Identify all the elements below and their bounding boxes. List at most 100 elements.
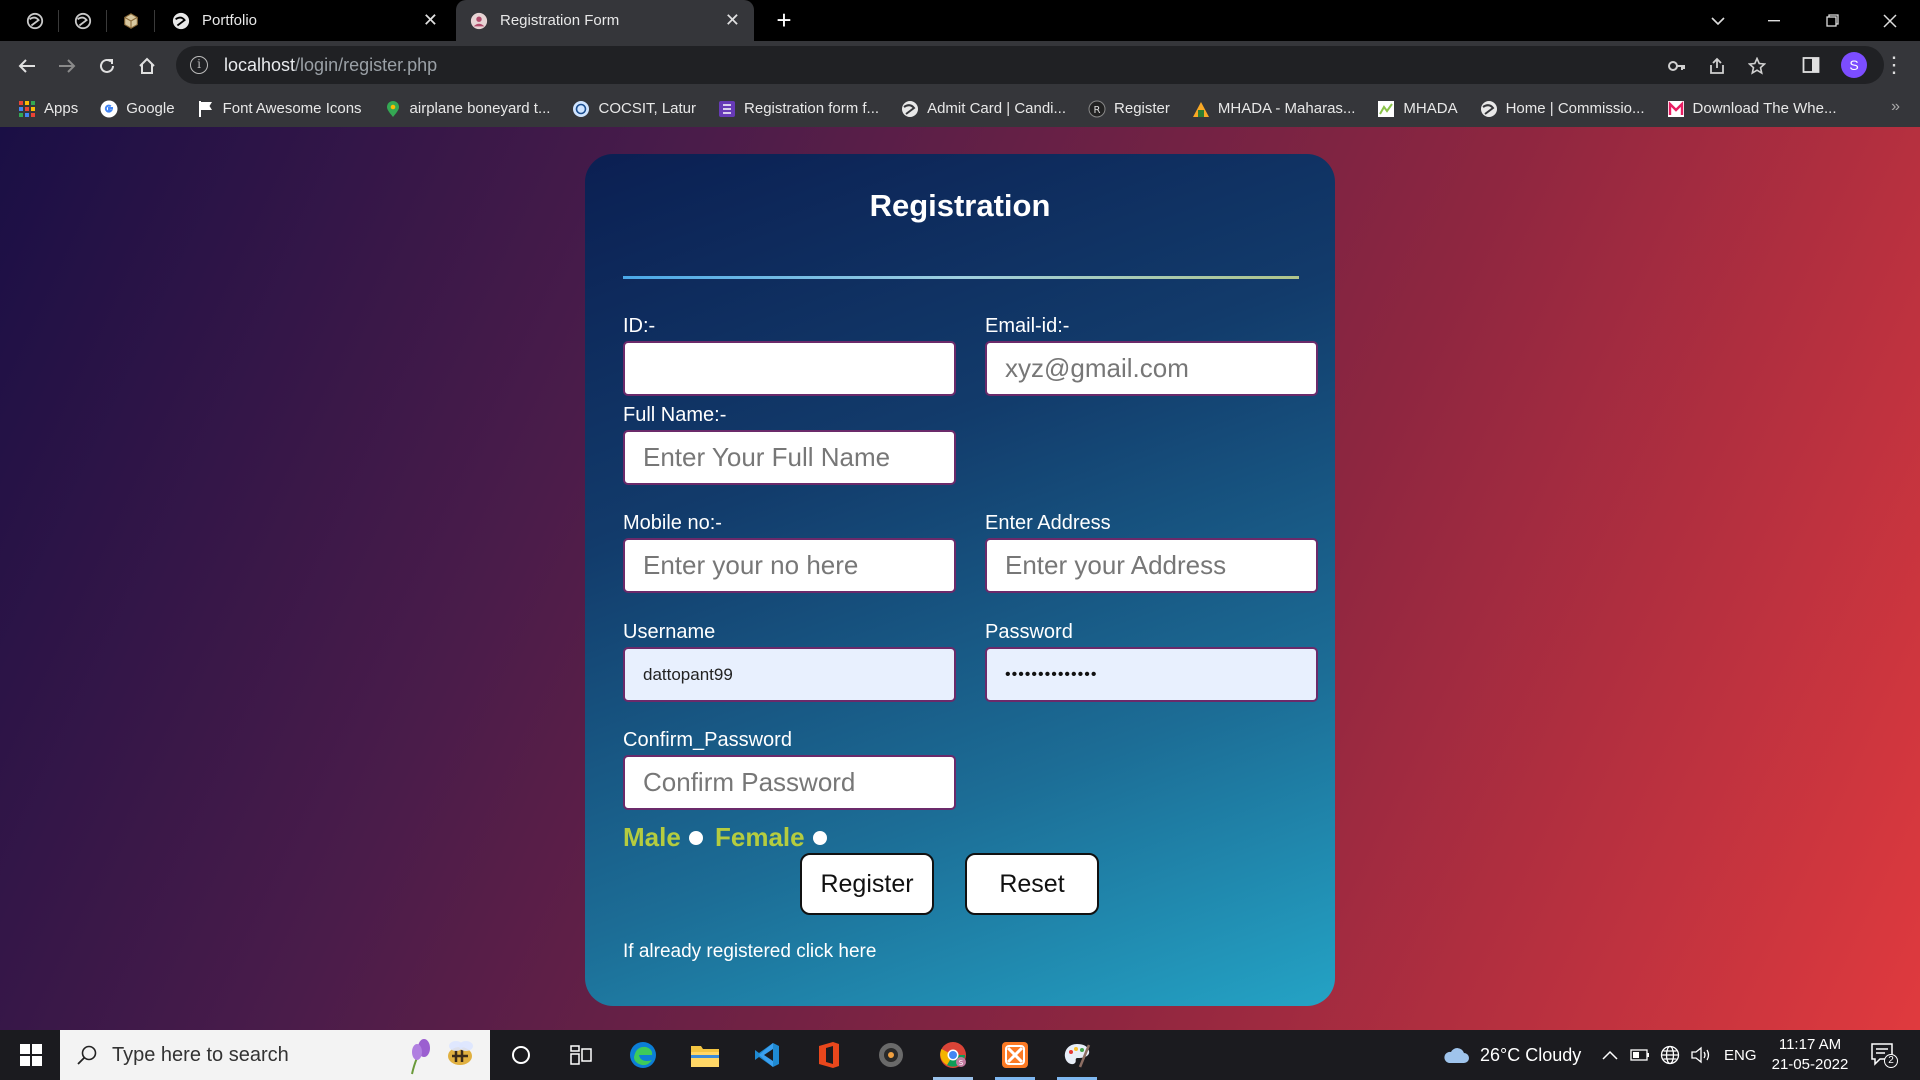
close-window-button[interactable] bbox=[1862, 0, 1918, 41]
search-highlight-flower-icon bbox=[411, 1039, 473, 1075]
folder-icon bbox=[691, 1046, 719, 1067]
bookmark-label: MHADA - Maharas... bbox=[1217, 100, 1356, 117]
home-button[interactable] bbox=[132, 51, 162, 81]
browser-toolbar: i localhost/login/register.php S ⋮ bbox=[0, 41, 1920, 90]
taskbar-xampp[interactable] bbox=[999, 1039, 1031, 1071]
pinned-tab-globe-2[interactable] bbox=[70, 8, 96, 34]
bookmark-label: Google bbox=[126, 100, 175, 117]
gender-male-option[interactable]: Male bbox=[623, 822, 703, 853]
start-button[interactable] bbox=[8, 1030, 54, 1080]
register-button[interactable]: Register bbox=[800, 853, 934, 915]
more-menu-icon[interactable]: ⋮ bbox=[1883, 52, 1905, 78]
taskbar-paint[interactable] bbox=[1061, 1039, 1093, 1071]
package-icon bbox=[124, 13, 138, 29]
female-radio[interactable] bbox=[812, 830, 827, 845]
back-button[interactable] bbox=[12, 51, 42, 81]
taskbar-vscode[interactable] bbox=[751, 1039, 783, 1071]
network-tray[interactable] bbox=[1660, 1030, 1680, 1080]
battery-tray[interactable] bbox=[1630, 1030, 1650, 1080]
bookmark-registration-form[interactable]: Registration form f... bbox=[718, 100, 879, 118]
media-player-icon bbox=[879, 1043, 903, 1067]
bookmark-star-icon[interactable] bbox=[1746, 55, 1768, 77]
bookmark-font-awesome[interactable]: Font Awesome Icons bbox=[197, 100, 362, 118]
id-label: ID:- bbox=[623, 315, 656, 337]
mobile-label: Mobile no:- bbox=[623, 512, 722, 534]
page-title: Registration bbox=[869, 188, 1051, 223]
close-tab-icon[interactable]: ✕ bbox=[725, 10, 740, 31]
pinned-tab-globe-1[interactable] bbox=[22, 8, 48, 34]
clock-time: 11:17 AM bbox=[1778, 1036, 1842, 1053]
username-input[interactable]: dattopant99 bbox=[623, 647, 956, 702]
input-language[interactable]: ENG bbox=[1724, 1030, 1757, 1080]
globe-icon bbox=[74, 12, 92, 30]
url-path: /login/register.php bbox=[295, 54, 438, 75]
share-icon[interactable] bbox=[1706, 55, 1728, 77]
svg-text:R: R bbox=[1094, 105, 1101, 116]
reload-icon bbox=[100, 58, 114, 73]
weather-text: 26°C Cloudy bbox=[1480, 1044, 1582, 1065]
mobile-input[interactable]: Enter your no here bbox=[623, 538, 956, 593]
bookmark-label: Download The Whe... bbox=[1692, 100, 1837, 117]
globe-icon bbox=[1480, 100, 1497, 117]
login-link[interactable]: If already registered click here bbox=[623, 941, 876, 963]
taskbar-media-player[interactable] bbox=[875, 1039, 907, 1071]
reload-button[interactable] bbox=[92, 51, 122, 81]
tab-registration-form[interactable]: Registration Form ✕ bbox=[456, 0, 754, 41]
male-radio[interactable] bbox=[688, 830, 703, 845]
close-tab-icon[interactable]: ✕ bbox=[423, 10, 438, 31]
network-globe-icon bbox=[1660, 1045, 1680, 1065]
more-bookmarks-icon[interactable]: » bbox=[1891, 98, 1900, 116]
tab-strip: Portfolio ✕ Registration Form ✕ + bbox=[0, 0, 1920, 41]
show-hidden-icons[interactable] bbox=[1602, 1030, 1618, 1080]
tab-search-button[interactable] bbox=[1690, 0, 1746, 41]
bookmark-google[interactable]: Google bbox=[100, 100, 175, 118]
task-view-button[interactable] bbox=[565, 1039, 597, 1071]
id-input[interactable] bbox=[623, 341, 956, 396]
office-icon bbox=[819, 1042, 839, 1068]
pinned-tab-package[interactable] bbox=[118, 8, 144, 34]
speaker-icon bbox=[1691, 1046, 1710, 1064]
cloud-icon bbox=[1444, 1048, 1469, 1063]
email-input[interactable]: xyz@gmail.com bbox=[985, 341, 1318, 396]
bookmark-register[interactable]: R Register bbox=[1088, 100, 1170, 118]
profile-avatar[interactable]: S bbox=[1841, 52, 1867, 78]
weather-widget[interactable]: 26°C Cloudy bbox=[1442, 1030, 1581, 1080]
taskbar-office[interactable] bbox=[813, 1039, 845, 1071]
password-input[interactable]: •••••••••••••• bbox=[985, 647, 1318, 702]
taskbar-edge[interactable] bbox=[627, 1039, 659, 1071]
taskbar-search[interactable]: Type here to search bbox=[60, 1030, 490, 1080]
reset-button[interactable]: Reset bbox=[965, 853, 1099, 915]
new-tab-button[interactable]: + bbox=[770, 6, 798, 34]
address-bar[interactable]: i localhost/login/register.php bbox=[176, 46, 1884, 84]
bookmark-apps[interactable]: Apps bbox=[18, 100, 78, 118]
side-panel-icon[interactable] bbox=[1800, 54, 1822, 76]
site-info-icon[interactable]: i bbox=[190, 56, 208, 74]
taskbar-chrome[interactable]: S bbox=[937, 1039, 969, 1071]
tab-portfolio[interactable]: Portfolio ✕ bbox=[158, 0, 452, 41]
password-key-icon[interactable] bbox=[1666, 55, 1688, 77]
bookmark-label: Home | Commissio... bbox=[1505, 100, 1645, 117]
bookmark-airplane-boneyard[interactable]: airplane boneyard t... bbox=[384, 100, 550, 118]
gender-female-option[interactable]: Female bbox=[715, 822, 827, 853]
cortana-button[interactable] bbox=[505, 1039, 537, 1071]
female-label: Female bbox=[715, 822, 805, 852]
minimize-button[interactable] bbox=[1746, 0, 1802, 41]
confirm-password-input[interactable]: Confirm Password bbox=[623, 755, 956, 810]
restore-button[interactable] bbox=[1804, 0, 1860, 41]
bookmark-mhada-maharashtra[interactable]: MHADA - Maharas... bbox=[1192, 100, 1356, 118]
bookmark-admit-card[interactable]: Admit Card | Candi... bbox=[901, 100, 1066, 118]
forward-button[interactable] bbox=[52, 51, 82, 81]
bookmark-download-wheel[interactable]: Download The Whe... bbox=[1667, 100, 1837, 118]
volume-tray[interactable] bbox=[1690, 1030, 1712, 1080]
bookmark-cocsit[interactable]: COCSIT, Latur bbox=[572, 100, 696, 118]
notification-center[interactable]: 2 bbox=[1870, 1042, 1898, 1068]
chevron-up-icon bbox=[1602, 1050, 1618, 1060]
system-clock[interactable]: 11:17 AM 21-05-2022 bbox=[1770, 1035, 1850, 1075]
taskbar-file-explorer[interactable] bbox=[689, 1039, 721, 1071]
flag-icon bbox=[198, 100, 212, 117]
fullname-input[interactable]: Enter Your Full Name bbox=[623, 430, 956, 485]
bookmark-mhada[interactable]: MHADA bbox=[1377, 100, 1458, 118]
address-input[interactable]: Enter your Address bbox=[985, 538, 1318, 593]
bookmark-home-commission[interactable]: Home | Commissio... bbox=[1480, 100, 1645, 118]
battery-icon bbox=[1630, 1049, 1649, 1061]
